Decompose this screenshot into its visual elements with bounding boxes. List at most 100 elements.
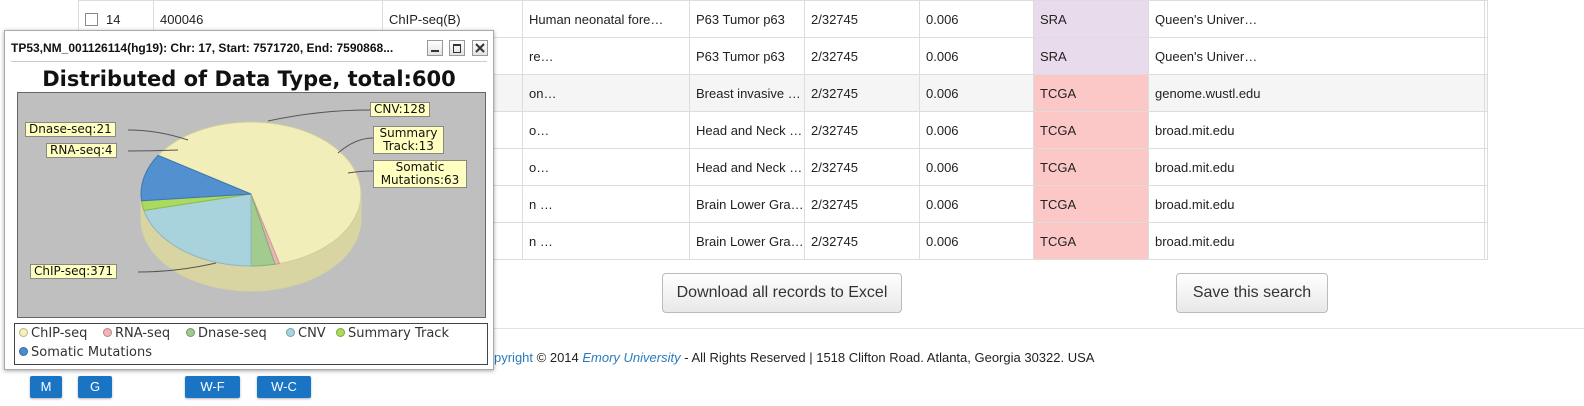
row-actions: MetaDataPubMedGEODownloadmore. [1484, 74, 1488, 112]
row-actions: MetaDataPubMedGEODownloadmore. [1484, 0, 1488, 38]
legend-dot [103, 328, 112, 337]
leader-line [127, 129, 189, 141]
institution: Queen's Univer… [1148, 0, 1485, 38]
legend-label: Somatic Mutations [31, 345, 153, 360]
score: 0.006 [919, 111, 1034, 149]
score: 0.006 [919, 185, 1034, 223]
w-c-button[interactable]: W-C [257, 376, 311, 398]
legend-dot [19, 328, 28, 337]
data-source: TCGA [1033, 74, 1149, 112]
footer-divider [494, 328, 1584, 329]
hit-ratio: 2/32745 [804, 148, 920, 186]
legend-label: ChIP-seq [31, 326, 88, 341]
sample-description: n … [522, 222, 690, 260]
score: 0.006 [919, 222, 1034, 260]
hit-ratio: 2/32745 [804, 0, 920, 38]
legend-label: CNV [298, 326, 326, 341]
legend-item-somatic-mutations: Somatic Mutations [19, 345, 152, 360]
copyright-link[interactable]: pyright [494, 350, 533, 365]
factor-name: Head and Neck squamo… [689, 111, 805, 149]
label-cnv: CNV:128 [370, 102, 430, 117]
hit-ratio: 2/32745 [804, 37, 920, 75]
score: 0.006 [919, 0, 1034, 38]
legend-item-cnv: CNV [286, 326, 326, 341]
data-source: SRA [1033, 0, 1149, 38]
legend-dot [336, 328, 345, 337]
m-button[interactable]: M [30, 376, 62, 398]
row-number: 14 [106, 11, 121, 27]
factor-name: Brain Lower Grade Gliom… [689, 185, 805, 223]
save-search-button[interactable]: Save this search [1176, 273, 1328, 313]
minimize-icon [431, 50, 439, 52]
legend-label: Summary Track [348, 326, 449, 341]
sample-description: Human neonatal fore… [522, 0, 690, 38]
row-actions: MetaDataPubMedGEODownloadmore. [1484, 37, 1488, 75]
emory-link[interactable]: Emory University [582, 350, 680, 365]
footer-address: - All Rights Reserved | 1518 Clifton Roa… [680, 350, 1095, 365]
legend-item-summary-track: Summary Track [336, 326, 449, 341]
hit-ratio: 2/32745 [804, 222, 920, 260]
label-summary-track-text: Summary Track:13 [379, 126, 438, 153]
legend-label: RNA-seq [115, 326, 171, 341]
footer-text: © 2014 [533, 350, 583, 365]
label-chip-seq: ChIP-seq:371 [30, 264, 118, 279]
institution: Queen's Univer… [1148, 37, 1485, 75]
institution: broad.mit.edu [1148, 148, 1485, 186]
label-rna-seq: RNA-seq:4 [46, 143, 117, 158]
legend-item-rna-seq: RNA-seq [103, 326, 170, 341]
data-source: SRA [1033, 37, 1149, 75]
factor-name: Brain Lower Grade Gliom… [689, 222, 805, 260]
label-summary-track: Summary Track:13 [373, 126, 444, 154]
footer: pyright © 2014 Emory University - All Ri… [494, 350, 1094, 365]
close-icon [475, 43, 485, 53]
score: 0.006 [919, 37, 1034, 75]
label-somatic-mutations: Somatic Mutations:63 [373, 160, 467, 188]
legend-dot [19, 347, 28, 356]
w-f-button[interactable]: W-F [185, 376, 240, 398]
row-actions: MetaDataPubMedGEODownloadmore. [1484, 111, 1488, 149]
factor-name: P63 Tumor p63 [689, 0, 805, 38]
factor-name: P63 Tumor p63 [689, 37, 805, 75]
legend-dot [186, 328, 195, 337]
row-actions: MetaDataPubMedGEODownloadmore. [1484, 185, 1488, 223]
hit-ratio: 2/32745 [804, 74, 920, 112]
institution: broad.mit.edu [1148, 222, 1485, 260]
label-somatic-mutations-text: Somatic Mutations:63 [380, 160, 460, 187]
legend-item-dnase-seq: Dnase-seq [186, 326, 267, 341]
close-button[interactable] [472, 40, 488, 56]
popup-separator [11, 61, 487, 62]
legend-label: Dnase-seq [198, 326, 267, 341]
chart-legend: ChIP-seq RNA-seq Dnase-seq CNV Summary T… [14, 323, 488, 365]
row-checkbox[interactable] [85, 12, 98, 26]
popup-title: TP53,NM_001126114(hg19): Chr: 17, Start:… [11, 41, 394, 55]
legend-item-chip-seq: ChIP-seq [19, 326, 87, 341]
chart-title: Distributed of Data Type, total:600 [42, 67, 456, 91]
data-source: TCGA [1033, 222, 1149, 260]
hit-ratio: 2/32745 [804, 111, 920, 149]
sample-description: o… [522, 148, 690, 186]
score: 0.006 [919, 148, 1034, 186]
sample-description: o… [522, 111, 690, 149]
row-actions: MetaDataPubMedGEODownloadmore. [1484, 222, 1488, 260]
institution: broad.mit.edu [1148, 111, 1485, 149]
maximize-icon [453, 44, 461, 53]
download-all-excel-button[interactable]: Download all records to Excel [662, 273, 902, 313]
institution: genome.wustl.edu [1148, 74, 1485, 112]
data-source: TCGA [1033, 111, 1149, 149]
maximize-button[interactable] [449, 40, 465, 56]
sample-description: re… [522, 37, 690, 75]
data-source: TCGA [1033, 185, 1149, 223]
chart-popup-dialog: TP53,NM_001126114(hg19): Chr: 17, Start:… [4, 30, 494, 370]
data-source: TCGA [1033, 148, 1149, 186]
pie-chart-plot: CNV:128 Dnase-seq:21 RNA-seq:4 Summary T… [17, 92, 486, 318]
g-button[interactable]: G [78, 376, 112, 398]
leader-line [337, 137, 374, 154]
factor-name: Breast invasive carcinom… [689, 74, 805, 112]
label-dnase-seq: Dnase-seq:21 [25, 122, 116, 137]
factor-name: Head and Neck squamo… [689, 148, 805, 186]
minimize-button[interactable] [427, 40, 443, 56]
institution: broad.mit.edu [1148, 185, 1485, 223]
row-actions: MetaDataPubMedGEODownloadmore. [1484, 148, 1488, 186]
leader-line [267, 109, 371, 122]
score: 0.006 [919, 74, 1034, 112]
